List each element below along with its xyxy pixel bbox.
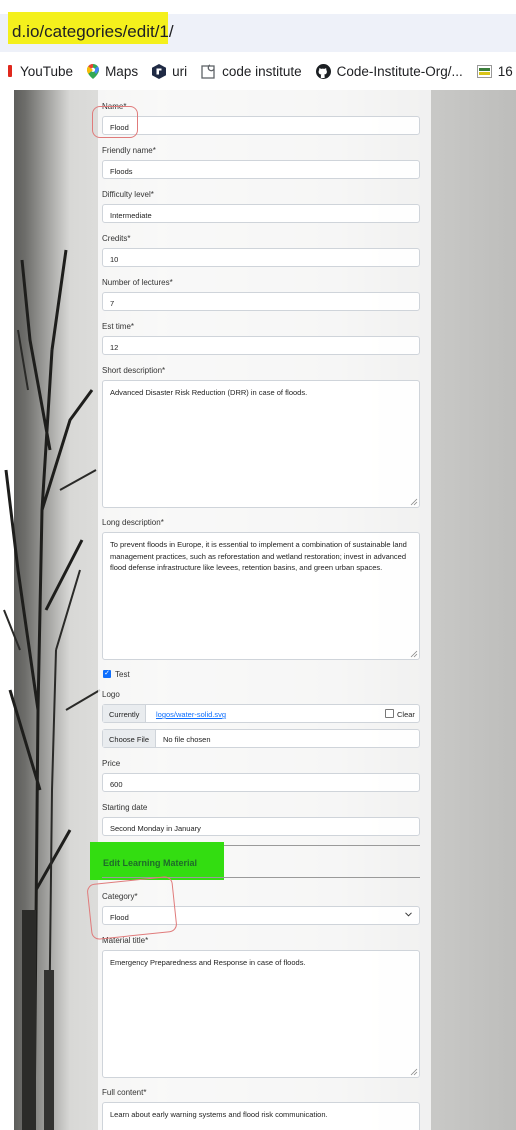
clear-label: Clear — [397, 710, 415, 719]
starting-date-input[interactable]: Second Monday in January — [102, 817, 420, 836]
material-title-text: Emergency Preparedness and Response in c… — [110, 958, 306, 967]
lectures-input[interactable]: 7 — [102, 292, 420, 311]
maps-pin-icon — [87, 63, 100, 79]
difficulty-input[interactable]: Intermediate — [102, 204, 420, 223]
bookmark-label: YouTube — [20, 63, 74, 79]
file-input[interactable]: Choose File No file chosen — [102, 729, 420, 748]
long-description-label: Long description* — [102, 518, 164, 527]
price-label: Price — [102, 759, 121, 768]
resize-handle-icon[interactable] — [410, 498, 418, 506]
bookmark-youtube[interactable]: YouTube — [8, 64, 73, 79]
short-description-text: Advanced Disaster Risk Reduction (DRR) i… — [110, 388, 308, 397]
current-logo-link[interactable]: logos/water-solid.svg — [156, 710, 226, 719]
currently-label: Currently — [103, 705, 147, 722]
bookmarks-bar: YouTube Maps uri code institute Code-Ins… — [0, 56, 516, 86]
starting-date-label: Starting date — [102, 803, 148, 812]
logo-current-row: Currently logos/water-solid.svg Clear — [102, 704, 420, 723]
bookmark-github[interactable]: Code-Institute-Org/... — [315, 63, 463, 79]
bookmark-label: Code-Institute-Org/... — [336, 63, 463, 79]
bookmark-code-institute[interactable]: code institute — [201, 64, 302, 79]
logo-label: Logo — [102, 690, 120, 699]
no-file-text: No file chosen — [163, 735, 211, 744]
section-title: Edit Learning Material — [103, 858, 198, 868]
bookmark-maps[interactable]: Maps — [87, 63, 139, 79]
bookmark-label: Maps — [105, 63, 139, 79]
difficulty-label: Difficulty level* — [102, 190, 154, 199]
friendly-name-label: Friendly name* — [102, 146, 156, 155]
test-checkbox[interactable]: ✓ — [103, 670, 111, 678]
long-description-textarea[interactable]: To prevent floods in Europe, it is essen… — [102, 532, 420, 660]
choose-file-button[interactable]: Choose File — [103, 730, 157, 747]
lectures-label: Number of lectures* — [102, 278, 173, 287]
bookmark-label: uri — [172, 63, 188, 79]
github-icon — [315, 63, 331, 79]
short-description-label: Short description* — [102, 366, 166, 375]
full-content-text: Learn about early warning systems and fl… — [110, 1110, 328, 1119]
page-icon — [201, 63, 215, 79]
price-input[interactable]: 600 — [102, 773, 420, 792]
credits-input[interactable]: 10 — [102, 248, 420, 267]
annotation-circle — [86, 875, 178, 941]
bookmark-uri[interactable]: uri — [152, 63, 188, 79]
bookmark-16[interactable]: 16 — [476, 63, 513, 79]
clear-checkbox[interactable] — [385, 709, 394, 718]
long-description-text: To prevent floods in Europe, it is essen… — [110, 540, 407, 572]
url-text[interactable]: d.io/categories/edit/1/ — [12, 22, 174, 42]
test-label: Test — [115, 670, 130, 679]
resize-handle-icon[interactable] — [410, 650, 418, 658]
tab-group-icon — [476, 64, 492, 78]
name-input[interactable]: Flood — [102, 116, 420, 135]
short-description-textarea[interactable]: Advanced Disaster Risk Reduction (DRR) i… — [102, 380, 420, 508]
friendly-name-input[interactable]: Floods — [102, 160, 420, 179]
bookmark-label: code institute — [222, 63, 302, 79]
resize-handle-icon[interactable] — [410, 1068, 418, 1076]
youtube-icon — [8, 65, 12, 77]
est-time-input[interactable]: 12 — [102, 336, 420, 355]
chevron-down-icon — [405, 912, 412, 917]
material-title-textarea[interactable]: Emergency Preparedness and Response in c… — [102, 950, 420, 1078]
background-tree-image — [0, 90, 101, 1130]
est-time-label: Est time* — [102, 322, 135, 331]
full-content-label: Full content* — [102, 1088, 147, 1097]
credits-label: Credits* — [102, 234, 131, 243]
page-content: Name* Flood Friendly name* Floods Diffic… — [0, 90, 516, 1130]
full-content-textarea[interactable]: Learn about early warning systems and fl… — [102, 1102, 420, 1130]
bookmark-label: 16 — [497, 63, 513, 79]
hexagon-icon — [152, 63, 167, 79]
annotation-circle — [92, 106, 138, 138]
